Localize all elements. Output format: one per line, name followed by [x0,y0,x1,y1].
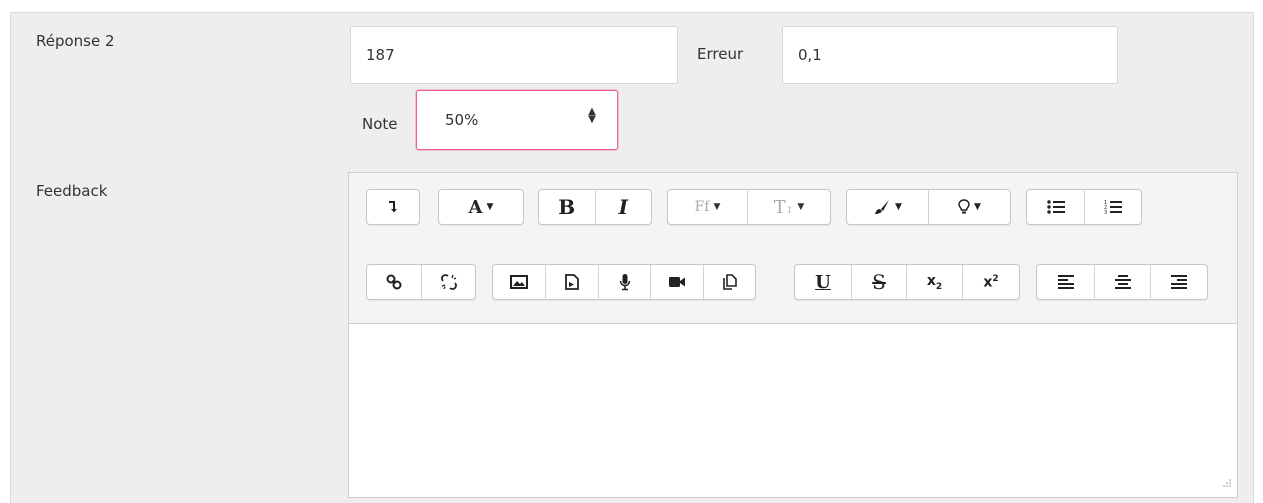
font-size-button[interactable]: T↕ ▼ [748,190,830,224]
grade-select[interactable]: 50% ▲ ▼ [416,90,618,150]
video-camera-icon [669,277,685,287]
align-center-icon [1114,275,1131,289]
unlink-icon [440,274,457,290]
select-arrows-icon: ▲ ▼ [588,106,596,125]
chevron-down-icon: ▼ [895,202,902,212]
subscript-button[interactable]: x2 [907,265,963,299]
unordered-list-button[interactable] [1027,190,1085,224]
ordered-list-button[interactable]: 123 [1085,190,1141,224]
resize-grip-icon[interactable] [1223,472,1231,491]
toolbar-group-insert [492,264,756,300]
paragraph-styles-button[interactable]: A ▼ [439,190,523,224]
toolbar-group-font: Ff ▼ T↕ ▼ [667,189,831,225]
chevron-down-icon: ▼ [713,202,721,212]
unordered-list-icon [1046,200,1065,214]
font-family-icon: A [468,196,483,218]
paintbrush-icon [875,200,890,214]
background-color-button[interactable]: ▼ [929,190,1010,224]
collapse-toolbar-icon [389,201,397,213]
chevron-down-icon: ▼ [974,202,981,212]
italic-button[interactable]: I [596,190,652,224]
grade-selected-value: 50% [445,111,479,129]
font-size-icon: T↕ [773,196,794,218]
bold-icon: B [558,195,576,219]
align-left-icon [1057,275,1074,289]
files-icon [722,274,737,290]
grade-label: Note [362,115,398,133]
lightbulb-icon [958,199,970,214]
link-button[interactable] [367,265,422,299]
feedback-label: Feedback [36,182,108,200]
insert-media-button[interactable] [546,265,599,299]
record-audio-button[interactable] [599,265,651,299]
toolbar-group-collapse [366,189,420,225]
strikethrough-button[interactable]: S [852,265,907,299]
record-video-button[interactable] [651,265,704,299]
svg-text:3: 3 [1104,210,1107,215]
answer-label: Réponse 2 [36,32,115,50]
unlink-button[interactable] [422,265,475,299]
answer-input[interactable]: 187 [350,26,678,84]
text-color-button[interactable]: ▼ [847,190,929,224]
toolbar-group-basic: B I [538,189,652,225]
toolbar-group-links [366,264,476,300]
font-face-icon: Ff [694,199,710,215]
error-label: Erreur [697,45,744,63]
media-icon [565,274,579,290]
italic-icon: I [618,195,628,219]
superscript-button[interactable]: x2 [963,265,1019,299]
collapse-toolbar-button[interactable] [367,190,419,224]
toolbar-group-formatting: U S x2 x2 [794,264,1020,300]
align-right-button[interactable] [1151,265,1207,299]
underline-icon: U [815,271,831,293]
toolbar-group-lists: 123 [1026,189,1142,225]
chevron-down-icon: ▼ [486,202,494,212]
strikethrough-icon: S [872,270,886,294]
align-right-icon [1171,275,1187,289]
bold-button[interactable]: B [539,190,596,224]
insert-image-button[interactable] [493,265,546,299]
toolbar-group-style: A ▼ [438,189,524,225]
toolbar-group-align [1036,264,1208,300]
manage-files-button[interactable] [704,265,755,299]
font-face-button[interactable]: Ff ▼ [668,190,748,224]
image-icon [510,275,528,289]
ordered-list-icon: 123 [1104,200,1122,215]
microphone-icon [619,274,630,291]
subscript-icon: x2 [926,272,943,292]
link-icon [386,274,402,290]
toolbar-group-colors: ▼ ▼ [846,189,1011,225]
align-left-button[interactable] [1037,265,1095,299]
feedback-text-area[interactable] [349,323,1237,497]
superscript-icon: x2 [983,273,999,291]
underline-button[interactable]: U [795,265,852,299]
align-center-button[interactable] [1095,265,1151,299]
feedback-editor: A ▼ B I Ff ▼ T↕ ▼ ▼ ▼ 123 U S x2 x2 [348,172,1238,498]
chevron-down-icon: ▼ [797,202,805,212]
error-input[interactable]: 0,1 [782,26,1118,84]
